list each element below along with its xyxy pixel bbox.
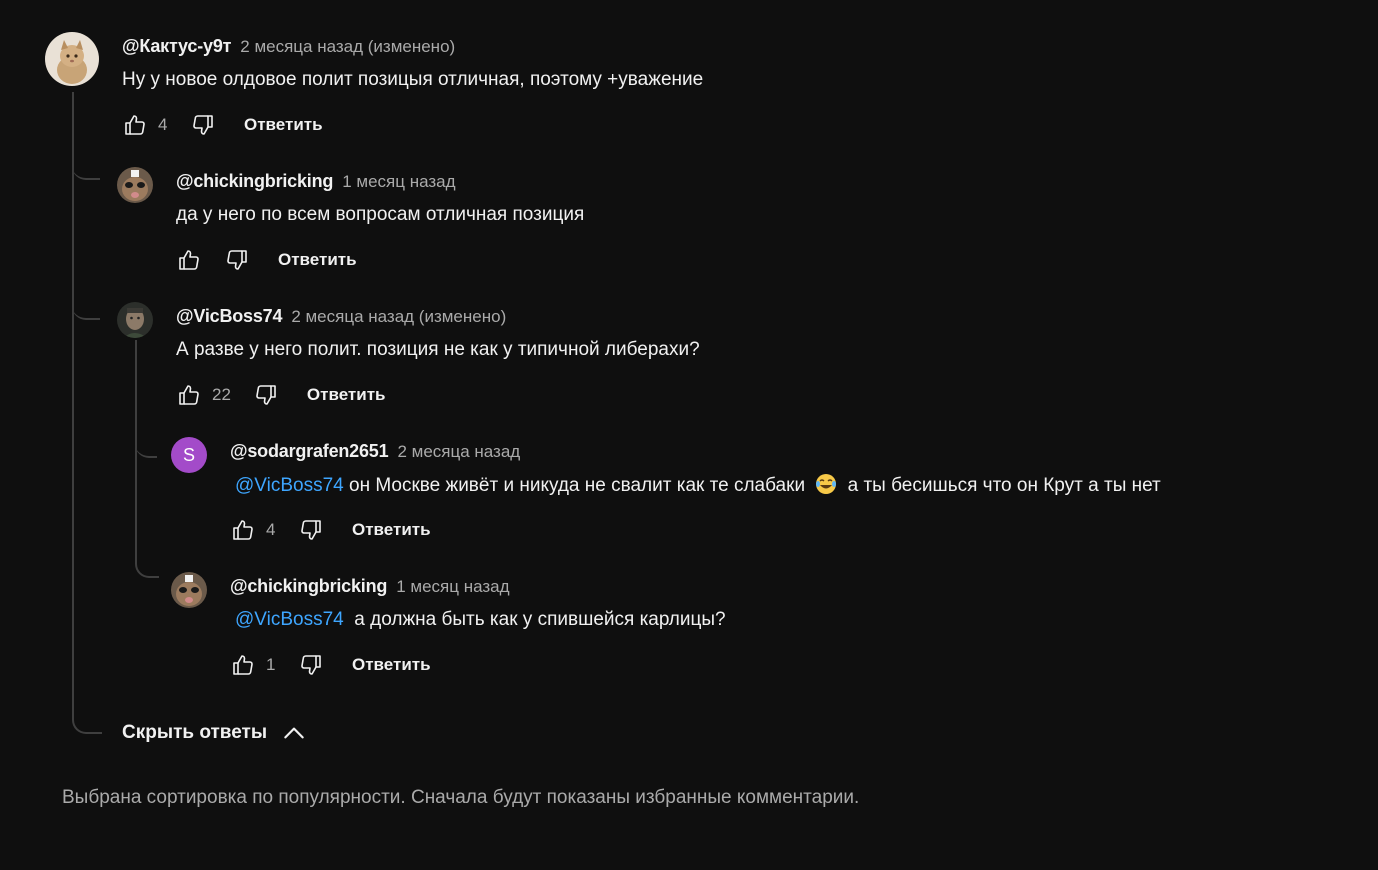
- thumb-down-icon[interactable]: [298, 517, 324, 543]
- comment-actions: 1 Ответить: [230, 650, 431, 680]
- dog-avatar-image: [171, 572, 207, 608]
- comment-timestamp[interactable]: 2 месяца назад (изменено): [291, 307, 506, 326]
- comment-text: да у него по всем вопросам отличная пози…: [176, 204, 585, 225]
- comment-text-part: он Москве живёт и никуда не свалит как т…: [343, 475, 806, 496]
- comment-timestamp[interactable]: 1 месяц назад: [396, 577, 509, 596]
- reply-button[interactable]: Ответить: [352, 655, 431, 675]
- comment-text-part: а должна быть как у спившейся карлицы?: [343, 609, 726, 630]
- thumb-down-icon[interactable]: [190, 112, 216, 138]
- comment-actions: 22 Ответить: [176, 380, 385, 410]
- comment-timestamp[interactable]: 1 месяц назад: [342, 172, 455, 191]
- thread-connector: [72, 290, 100, 320]
- cat-avatar-image: [45, 32, 99, 86]
- thumb-up-icon[interactable]: [230, 652, 256, 678]
- comment-header: @sodargrafen2651 2 месяца назад: [230, 439, 520, 464]
- comment-header: @chickingbricking 1 месяц назад: [230, 574, 510, 599]
- comment-author[interactable]: @VicBoss74: [176, 306, 282, 326]
- mention-link[interactable]: @VicBoss74: [235, 475, 344, 496]
- thumb-down-icon[interactable]: [253, 382, 279, 408]
- avatar[interactable]: [45, 32, 99, 86]
- comment-header: @chickingbricking 1 месяц назад: [176, 169, 456, 194]
- dog-avatar-image: [117, 167, 153, 203]
- comment-timestamp[interactable]: 2 месяца назад (изменено): [240, 37, 455, 56]
- avatar[interactable]: S: [171, 437, 207, 473]
- avatar[interactable]: [171, 572, 207, 608]
- reply-button[interactable]: Ответить: [307, 385, 386, 405]
- like-count: 4: [158, 115, 168, 134]
- like-count: 1: [266, 655, 276, 674]
- comment-header: @VicBoss74 2 месяца назад (изменено): [176, 304, 506, 329]
- reply-button[interactable]: Ответить: [352, 520, 431, 540]
- avatar-letter: S: [182, 444, 195, 465]
- comment-text: А разве у него полит. позиция не как у т…: [176, 339, 700, 360]
- thumb-up-icon[interactable]: [176, 247, 202, 273]
- comment-header: @Кактус-у9т 2 месяца назад (изменено): [122, 34, 455, 59]
- mention-link[interactable]: @VicBoss74: [235, 609, 344, 630]
- comment-author[interactable]: @Кактус-у9т: [122, 36, 231, 56]
- thumb-up-icon[interactable]: [176, 382, 202, 408]
- thread-connector: [135, 428, 157, 458]
- thumb-down-icon[interactable]: [224, 247, 250, 273]
- like-count: 4: [266, 520, 276, 539]
- face-with-tears-of-joy-icon: [816, 474, 837, 494]
- thread-line-main: [72, 92, 102, 734]
- avatar[interactable]: [117, 167, 153, 203]
- reply-button[interactable]: Ответить: [278, 250, 357, 270]
- comment-actions: 4 Ответить: [230, 515, 431, 545]
- comment-text: @VicBoss74 он Москве живёт и никуда не с…: [235, 472, 1161, 499]
- comment-author[interactable]: @chickingbricking: [230, 576, 387, 596]
- man-avatar-image: [117, 302, 153, 338]
- thread-connector: [72, 150, 100, 180]
- hide-replies-button[interactable]: Скрыть ответы: [122, 720, 307, 746]
- comment-thread: @Кактус-у9т 2 месяца назад (изменено) Ну…: [0, 0, 1378, 870]
- comment-author[interactable]: @sodargrafen2651: [230, 441, 389, 461]
- like-count: 22: [212, 385, 231, 404]
- thread-line-nested: [135, 340, 159, 578]
- reply-button[interactable]: Ответить: [244, 115, 323, 135]
- thumb-up-icon[interactable]: [122, 112, 148, 138]
- hide-replies-label: Скрыть ответы: [122, 722, 268, 743]
- comment-text-part: а ты бесишься что он Крут а ты нет: [847, 475, 1161, 496]
- thumb-down-icon[interactable]: [298, 652, 324, 678]
- chevron-up-icon: [284, 727, 304, 739]
- comment-actions: 4 Ответить: [122, 110, 323, 140]
- comment-timestamp[interactable]: 2 месяца назад: [397, 442, 520, 461]
- thumb-up-icon[interactable]: [230, 517, 256, 543]
- comment-actions: Ответить: [176, 245, 357, 275]
- comment-text: @VicBoss74 а должна быть как у спившейся…: [235, 607, 726, 633]
- sort-note: Выбрана сортировка по популярности. Снач…: [62, 787, 860, 808]
- avatar[interactable]: [117, 302, 153, 338]
- comment-author[interactable]: @chickingbricking: [176, 171, 333, 191]
- comment-text: Ну у новое олдовое полит позицыя отлична…: [122, 69, 704, 90]
